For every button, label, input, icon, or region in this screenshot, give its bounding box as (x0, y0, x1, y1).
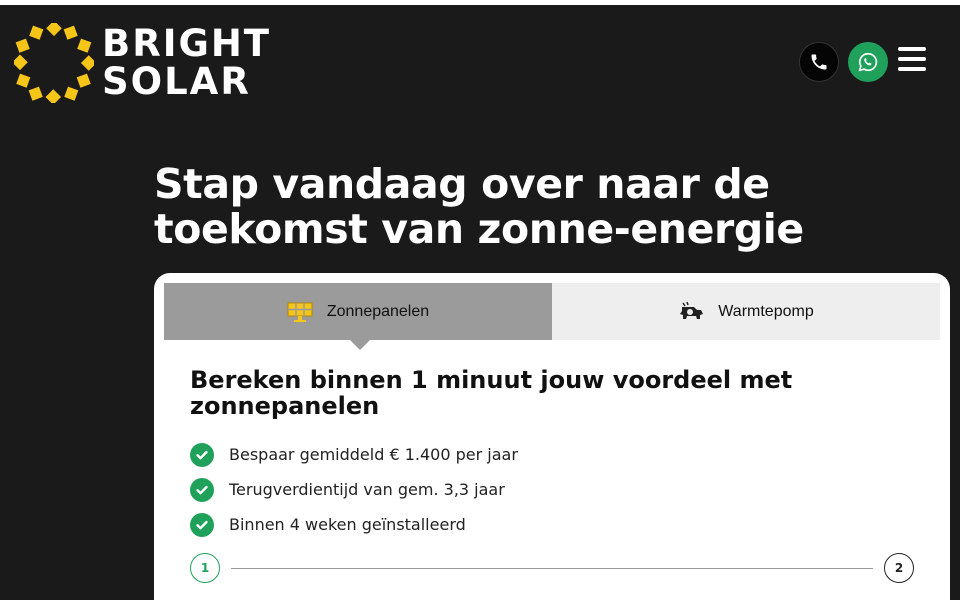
whatsapp-icon (858, 52, 878, 72)
step-indicator-1[interactable]: 1 (190, 553, 220, 583)
menu-bar (898, 47, 926, 51)
phone-button[interactable] (799, 42, 839, 82)
hamburger-menu-icon[interactable] (898, 47, 928, 77)
benefit-text: Binnen 4 weken geïnstalleerd (229, 515, 466, 534)
product-tabs: Zonnepanelen Warmtepomp (164, 283, 940, 350)
whatsapp-button[interactable] (848, 42, 888, 82)
brand-name-line1: BRIGHT (102, 22, 272, 65)
step-progress-line (231, 568, 873, 569)
menu-bar (898, 57, 926, 61)
calculator-title: Bereken binnen 1 minuut jouw voordeel me… (190, 366, 793, 420)
benefit-text: Terugverdientijd van gem. 3,3 jaar (229, 480, 505, 499)
brand-logo[interactable]: BRIGHT SOLAR (14, 21, 274, 105)
step-indicator-2[interactable]: 2 (884, 553, 914, 583)
heat-pump-icon (678, 301, 704, 323)
tab-warmtepomp[interactable]: Warmtepomp (552, 283, 940, 340)
solar-panel-icon (287, 302, 313, 322)
list-item: Bespaar gemiddeld € 1.400 per jaar (190, 437, 518, 472)
site-header: BRIGHT SOLAR (0, 5, 960, 115)
hero-title: Stap vandaag over naar de toekomst van z… (154, 160, 804, 253)
tab-label: Zonnepanelen (326, 302, 430, 320)
checkmark-icon (190, 512, 214, 537)
checkmark-icon (190, 442, 214, 467)
tab-label: Warmtepomp (718, 302, 814, 320)
benefit-text: Bespaar gemiddeld € 1.400 per jaar (229, 445, 518, 464)
tab-zonnepanelen[interactable]: Zonnepanelen (164, 283, 552, 350)
menu-bar (898, 67, 926, 71)
sun-logo-icon (14, 23, 94, 103)
list-item: Binnen 4 weken geïnstalleerd (190, 507, 518, 542)
phone-icon (811, 54, 827, 70)
list-item: Terugverdientijd van gem. 3,3 jaar (190, 472, 518, 507)
calculator-card: Zonnepanelen Warmtepomp Bereken binnen 1… (154, 273, 950, 600)
checkmark-icon (190, 477, 214, 502)
benefits-list: Bespaar gemiddeld € 1.400 per jaar Terug… (190, 437, 518, 542)
brand-name-line2: SOLAR (102, 60, 251, 103)
